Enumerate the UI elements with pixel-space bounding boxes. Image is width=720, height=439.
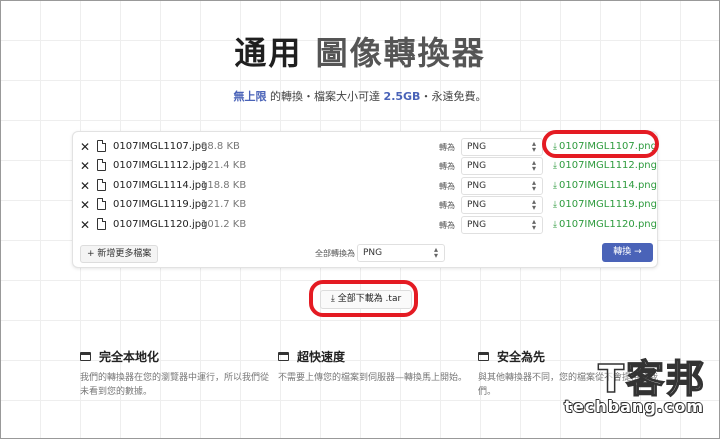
format-select-value: PNG [467, 142, 487, 152]
chevron-updown-icon: ▴ ▾ [531, 197, 536, 212]
download-all-tar-button[interactable]: ⤓ 全部下載為 .tar [320, 290, 412, 309]
subtitle-highlight-unlimited: 無上限 [233, 90, 267, 103]
download-icon: ⤓ [553, 161, 557, 171]
format-select-value: PNG [467, 181, 487, 191]
download-link[interactable]: ⤓ 0107IMGL1114.png [553, 180, 657, 191]
close-icon[interactable]: ✕ [80, 179, 90, 193]
file-size: 121.7 KB [201, 199, 247, 210]
convert-to-label: 轉為 [439, 162, 455, 171]
format-select[interactable]: PNG ▴ ▾ [461, 157, 543, 175]
title-part-2: 圖像轉換器 [315, 34, 486, 72]
download-link[interactable]: ⤓ 0107IMGL1112.png [553, 160, 657, 171]
file-name: 0107IMGL1120.jpg [113, 219, 208, 230]
chevron-updown-icon: ▴ ▾ [531, 217, 536, 232]
file-row: ✕ 0107IMGL1107.jpg 98.8 KB 轉為 PNG ▴ ▾ ⤓ 010… [73, 137, 657, 157]
convert-all-format-select[interactable]: PNG ▴ ▾ [357, 244, 445, 262]
download-link[interactable]: ⤓ 0107IMGL1107.png [553, 141, 657, 152]
page-title: 通用 圖像轉換器 [0, 28, 720, 74]
close-icon[interactable]: ✕ [80, 218, 90, 232]
chevron-updown-icon: ▴ ▾ [531, 178, 536, 193]
convert-to-label: 轉為 [439, 201, 455, 210]
file-name: 0107IMGL1114.jpg [113, 180, 208, 191]
download-filename: 0107IMGL1114.png [558, 180, 657, 191]
convert-button[interactable]: 轉換 → [602, 243, 653, 262]
download-icon: ⤓ [553, 220, 557, 230]
file-image-icon [97, 198, 106, 210]
add-more-files-button[interactable]: + 新增更多檔案 [80, 245, 159, 263]
window-icon [478, 352, 489, 361]
window-icon [278, 352, 289, 361]
feature-description: 不需要上傳您的檔案到伺服器—轉換馬上開始。 [278, 373, 468, 383]
feature-title: 完全本地化 [99, 350, 160, 364]
watermark-logo-cn: T客邦 [597, 356, 706, 402]
convert-to-label: 轉為 [439, 143, 455, 152]
download-icon: ⤓ [553, 142, 557, 152]
file-row: ✕ 0107IMGL1120.jpg 101.2 KB 轉為 PNG ▴ ▾ ⤓ 01… [73, 215, 657, 235]
file-name: 0107IMGL1107.jpg [113, 141, 208, 152]
close-icon[interactable]: ✕ [80, 198, 90, 212]
close-icon[interactable]: ✕ [80, 159, 90, 173]
file-list-panel: ✕ 0107IMGL1107.jpg 98.8 KB 轉為 PNG ▴ ▾ ⤓ 010… [72, 131, 658, 268]
download-filename: 0107IMGL1119.png [558, 199, 657, 210]
file-name: 0107IMGL1112.jpg [113, 160, 208, 171]
file-row: ✕ 0107IMGL1114.jpg 118.8 KB 轉為 PNG ▴ ▾ ⤓ 01… [73, 176, 657, 196]
file-image-icon [97, 159, 106, 171]
convert-to-label: 轉為 [439, 221, 455, 230]
format-select[interactable]: PNG ▴ ▾ [461, 196, 543, 214]
convert-all-format-value: PNG [363, 248, 383, 258]
chevron-updown-icon: ▴ ▾ [531, 139, 536, 154]
download-filename: 0107IMGL1120.png [558, 219, 657, 230]
file-size: 98.8 KB [201, 141, 240, 152]
subtitle-text-1: 的轉換・檔案大小可達 [266, 90, 384, 103]
subtitle-text-2: ・永遠免費。 [420, 90, 487, 103]
download-icon: ⤓ [553, 181, 557, 191]
techbang-watermark: T客邦 techbang.com [540, 348, 712, 424]
window-icon [80, 352, 91, 361]
download-filename: 0107IMGL1112.png [558, 160, 657, 171]
page-subtitle: 無上限 的轉換・檔案大小可達 2.5GB・永遠免費。 [0, 88, 720, 104]
add-more-files-label: 新增更多檔案 [97, 249, 152, 259]
feature-fast: 超快速度 不需要上傳您的檔案到伺服器—轉換馬上開始。 [278, 348, 468, 385]
download-icon: ⤓ [330, 294, 338, 304]
download-link[interactable]: ⤓ 0107IMGL1119.png [553, 199, 657, 210]
file-image-icon [97, 218, 106, 230]
subtitle-highlight-size: 2.5GB [383, 90, 421, 103]
format-select-value: PNG [467, 161, 487, 171]
file-name: 0107IMGL1119.jpg [113, 199, 208, 210]
convert-all-label: 全部轉換為 [315, 249, 355, 258]
file-size: 118.8 KB [201, 180, 247, 191]
feature-title: 安全為先 [497, 350, 546, 364]
format-select-value: PNG [467, 200, 487, 210]
download-icon: ⤓ [553, 200, 557, 210]
file-image-icon [97, 140, 106, 152]
format-select-value: PNG [467, 220, 487, 230]
format-select[interactable]: PNG ▴ ▾ [461, 216, 543, 234]
title-part-1: 通用 [234, 34, 303, 72]
download-all-label: 全部下載為 .tar [337, 294, 402, 304]
file-size: 101.2 KB [201, 219, 247, 230]
file-row: ✕ 0107IMGL1112.jpg 121.4 KB 轉為 PNG ▴ ▾ ⤓ 01… [73, 156, 657, 176]
feature-description: 我們的轉換器在您的瀏覽器中運行，所以我們從未看到您的數據。 [80, 373, 270, 397]
chevron-updown-icon: ▴ ▾ [531, 158, 536, 173]
feature-local: 完全本地化 我們的轉換器在您的瀏覽器中運行，所以我們從未看到您的數據。 [80, 348, 270, 399]
convert-to-label: 轉為 [439, 182, 455, 191]
format-select[interactable]: PNG ▴ ▾ [461, 177, 543, 195]
feature-title: 超快速度 [297, 350, 346, 364]
chevron-updown-icon: ▴ ▾ [433, 245, 438, 260]
close-icon[interactable]: ✕ [80, 140, 90, 154]
file-size: 121.4 KB [201, 160, 247, 171]
download-filename: 0107IMGL1107.png [558, 141, 657, 152]
download-link[interactable]: ⤓ 0107IMGL1120.png [553, 219, 657, 230]
format-select[interactable]: PNG ▴ ▾ [461, 138, 543, 156]
watermark-logo-en: techbang.com [564, 397, 704, 416]
file-image-icon [97, 179, 106, 191]
file-row: ✕ 0107IMGL1119.jpg 121.7 KB 轉為 PNG ▴ ▾ ⤓ 01… [73, 195, 657, 215]
plus-icon: + [87, 249, 98, 259]
